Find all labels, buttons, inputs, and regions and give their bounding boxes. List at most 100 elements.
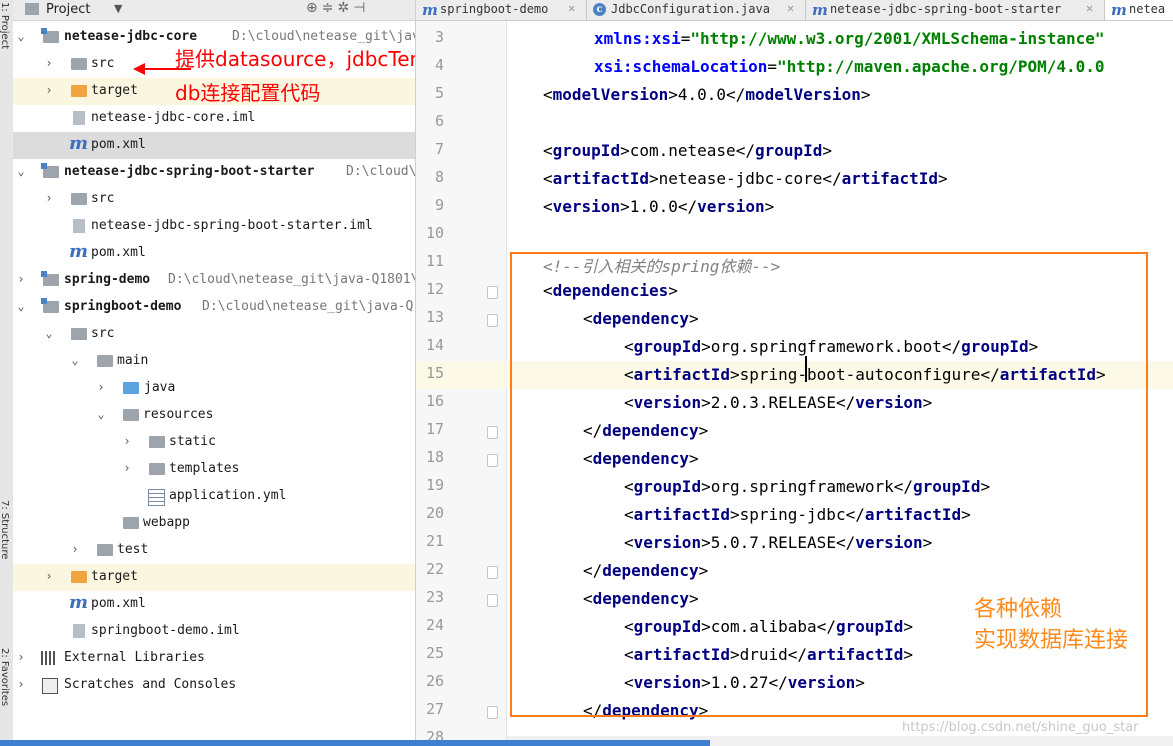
tree-row-pom[interactable]: m pom.xml xyxy=(13,132,415,159)
tree-label: Scratches and Consoles xyxy=(64,677,237,692)
watermark-text: https://blog.csdn.net/shine_guo_star xyxy=(902,720,1139,735)
tree-label: resources xyxy=(143,407,214,422)
fold-marker[interactable] xyxy=(487,454,498,467)
module-folder-icon xyxy=(41,298,59,313)
tree-row-iml[interactable]: netease-jdbc-core.iml xyxy=(13,105,415,132)
xml-attribute: xsi:schemaLocation xyxy=(594,57,768,76)
tab-netease-jdbc-spring-boot-starter[interactable]: m netease-jdbc-spring-boot-starter ✕ xyxy=(806,0,1105,20)
chevron-right-icon[interactable]: › xyxy=(121,434,133,448)
editor-tabs: m springboot-demo ✕ c JdbcConfiguration.… xyxy=(416,0,1173,21)
line-number: 23 xyxy=(425,588,444,606)
tree-row-templates[interactable]: › templates xyxy=(13,456,415,483)
xml-attribute: xmlns:xsi xyxy=(594,29,681,48)
chevron-down-icon[interactable]: ⌄ xyxy=(15,164,27,178)
chevron-down-icon[interactable]: ⌄ xyxy=(15,29,27,43)
code-line-8: <artifactId>netease-jdbc-core</artifactI… xyxy=(543,169,948,188)
tree-label: src xyxy=(91,56,115,71)
chevron-down-icon[interactable]: ⌄ xyxy=(43,326,55,340)
tree-row-spring-demo[interactable]: › spring-demo D:\cloud\netease_git\java-… xyxy=(13,267,415,294)
tree-row-target[interactable]: › target xyxy=(13,564,415,591)
project-view-title[interactable]: Project xyxy=(46,2,90,17)
gear-icon[interactable]: ✲ xyxy=(337,0,353,16)
chevron-down-icon[interactable]: ⌄ xyxy=(69,353,81,367)
tree-row-java[interactable]: › java xyxy=(13,375,415,402)
tree-row-pom[interactable]: m pom.xml xyxy=(13,240,415,267)
tree-label: External Libraries xyxy=(64,650,205,665)
fold-marker[interactable] xyxy=(487,314,498,327)
close-icon[interactable]: ✕ xyxy=(1086,1,1093,15)
tree-row-src[interactable]: › src xyxy=(13,186,415,213)
line-number: 27 xyxy=(425,700,444,718)
tab-springboot-demo[interactable]: m springboot-demo ✕ xyxy=(416,0,587,20)
line-number: 15 xyxy=(425,364,444,382)
fold-marker[interactable] xyxy=(487,706,498,719)
annotation-text-line2: db连接配置代码 xyxy=(175,81,321,105)
tab-jdbcconfiguration[interactable]: c JdbcConfiguration.java ✕ xyxy=(587,0,806,20)
chevron-right-icon[interactable]: › xyxy=(15,650,27,664)
close-icon[interactable]: ✕ xyxy=(787,1,794,15)
chevron-right-icon[interactable]: › xyxy=(15,272,27,286)
favorites-tool-button[interactable]: 2: Favorites xyxy=(0,648,10,706)
tree-row-starter[interactable]: ⌄ netease-jdbc-spring-boot-starter D:\cl… xyxy=(13,159,415,186)
fold-marker[interactable] xyxy=(487,286,498,299)
tree-row-iml[interactable]: springboot-demo.iml xyxy=(13,618,415,645)
line-number: 17 xyxy=(425,420,444,438)
chevron-right-icon[interactable]: › xyxy=(15,677,27,691)
tree-row-springboot-demo[interactable]: ⌄ springboot-demo D:\cloud\netease_git\j… xyxy=(13,294,415,321)
structure-tool-button[interactable]: 7: Structure xyxy=(0,500,10,559)
fold-marker[interactable] xyxy=(487,594,498,607)
chevron-down-icon[interactable]: ⌄ xyxy=(15,299,27,313)
tree-label: pom.xml xyxy=(91,596,146,611)
line-number: 26 xyxy=(425,672,444,690)
tree-row-test[interactable]: › test xyxy=(13,537,415,564)
code-line-4: xsi:schemaLocation="http://maven.apache.… xyxy=(594,57,1105,76)
fold-marker[interactable] xyxy=(487,566,498,579)
chevron-right-icon[interactable]: › xyxy=(43,56,55,70)
tree-label: java xyxy=(144,380,176,395)
line-number: 22 xyxy=(425,560,444,578)
tree-label: spring-demo xyxy=(64,272,151,287)
xml-text: 4.0.0 xyxy=(677,85,727,104)
target-icon[interactable]: ⊕ xyxy=(306,0,322,16)
tree-label: main xyxy=(117,353,149,368)
tree-row-pom[interactable]: m pom.xml xyxy=(13,591,415,618)
line-number: 19 xyxy=(425,476,444,494)
iml-file-icon xyxy=(73,111,85,125)
tree-row-webapp[interactable]: webapp xyxy=(13,510,415,537)
module-path: D:\cloud\netease_git\java- xyxy=(232,29,416,44)
chevron-down-icon[interactable]: ▼ xyxy=(114,2,122,15)
chevron-right-icon[interactable]: › xyxy=(43,83,55,97)
chevron-right-icon[interactable]: › xyxy=(69,542,81,556)
chevron-down-icon[interactable]: ⌄ xyxy=(95,407,107,421)
library-icon xyxy=(41,651,57,665)
line-number: 14 xyxy=(425,336,444,354)
tree-row-scratches[interactable]: › Scratches and Consoles xyxy=(13,672,415,699)
folder-icon xyxy=(149,463,165,475)
xml-attribute-value: "http://www.w3.org/2001/XMLSchema-instan… xyxy=(690,29,1105,48)
tree-row-iml[interactable]: netease-jdbc-spring-boot-starter.iml xyxy=(13,213,415,240)
tree-row-application-yml[interactable]: application.yml xyxy=(13,483,415,510)
project-tool-button[interactable]: 1: Project xyxy=(0,2,10,49)
tree-row-external-libraries[interactable]: › External Libraries xyxy=(13,645,415,672)
chevron-right-icon[interactable]: › xyxy=(121,461,133,475)
chevron-right-icon[interactable]: › xyxy=(43,191,55,205)
tree-row-static[interactable]: › static xyxy=(13,429,415,456)
tree-row-resources[interactable]: ⌄ resources xyxy=(13,402,415,429)
close-icon[interactable]: ✕ xyxy=(568,1,575,15)
tree-row-main[interactable]: ⌄ main xyxy=(13,348,415,375)
excluded-folder-icon xyxy=(71,85,87,97)
tree-row-src[interactable]: ⌄ src xyxy=(13,321,415,348)
tab-label: springboot-demo xyxy=(440,2,549,16)
chevron-right-icon[interactable]: › xyxy=(95,380,107,394)
fold-marker[interactable] xyxy=(487,426,498,439)
tab-label: netea xyxy=(1129,2,1166,16)
collapse-icon[interactable]: ≑ xyxy=(322,0,338,16)
tab-netease-active[interactable]: m netea xyxy=(1105,0,1173,20)
line-number: 25 xyxy=(425,644,444,662)
chevron-right-icon[interactable]: › xyxy=(43,569,55,583)
hide-icon[interactable]: ⊣ xyxy=(353,0,369,16)
module-folder-icon xyxy=(41,163,59,178)
maven-icon: m xyxy=(812,1,828,19)
tree-label: springboot-demo xyxy=(64,299,182,314)
line-number: 7 xyxy=(434,140,444,158)
